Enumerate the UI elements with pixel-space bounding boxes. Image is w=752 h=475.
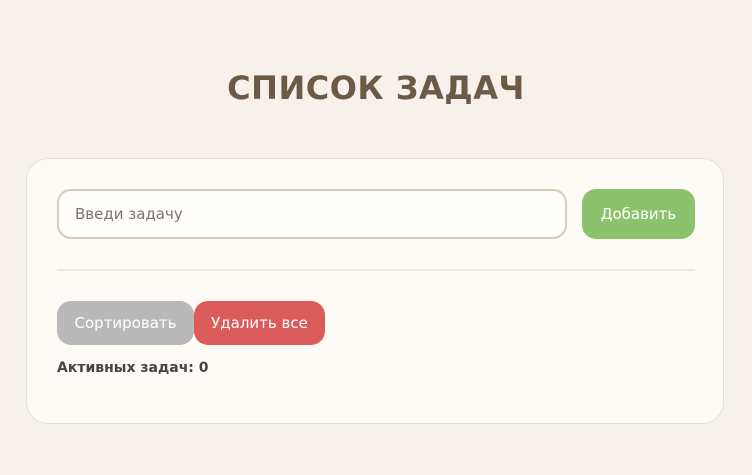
divider	[57, 269, 695, 271]
add-button[interactable]: Добавить	[582, 189, 695, 239]
todo-card: Добавить Сортировать Удалить все Активны…	[26, 158, 724, 424]
active-tasks-counter: Активных задач: 0	[57, 359, 209, 377]
delete-all-button[interactable]: Удалить все	[194, 301, 325, 345]
active-tasks-label: Активных задач:	[57, 360, 194, 376]
page-title: СПИСОК ЗАДАЧ	[227, 69, 525, 107]
sort-button[interactable]: Сортировать	[57, 301, 194, 345]
task-input[interactable]	[57, 189, 567, 239]
todo-page: СПИСОК ЗАДАЧ Добавить Сортировать Удалит…	[0, 0, 752, 475]
active-tasks-count: 0	[198, 360, 209, 376]
